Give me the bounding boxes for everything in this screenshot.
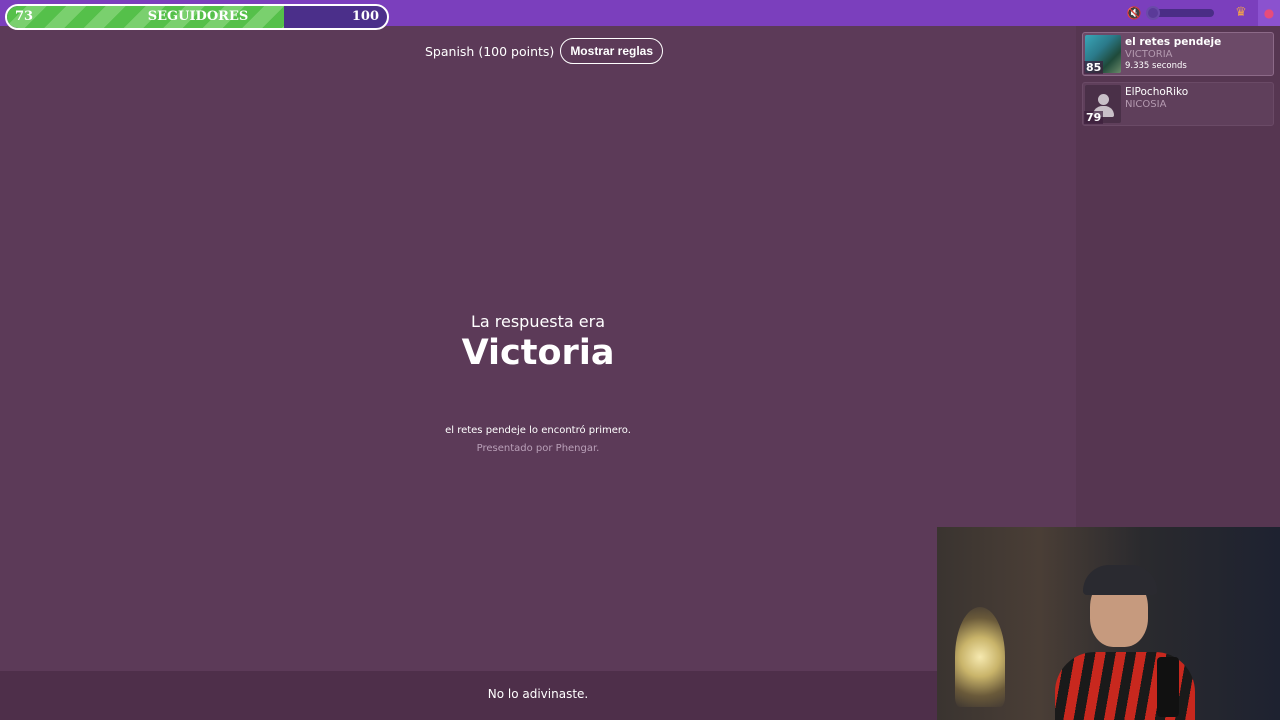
player-name: el retes pendeje (1125, 36, 1222, 48)
leaderboard-row[interactable]: 79 ElPochoRiko NICOSIA (1082, 82, 1274, 126)
show-rules-button[interactable]: Mostrar reglas (560, 38, 664, 64)
answer-text: Victoria (461, 333, 615, 373)
credit-text: Presentado por Phengar. (476, 443, 600, 454)
follower-goal-bar: 73 SEGUIDORES 100 (5, 4, 389, 30)
player-guess: NICOSIA (1125, 99, 1167, 110)
leaderboard-row[interactable]: 85 el retes pendeje VICTORIA 9.335 secon… (1082, 32, 1274, 76)
player-score: 85 (1084, 61, 1104, 74)
result-panel: La respuesta era Victoria (0, 312, 1076, 373)
christmas-tree (955, 607, 1005, 707)
player-name: ElPochoRiko (1125, 86, 1189, 98)
player-score: 79 (1084, 111, 1104, 124)
first-finder-text: el retes pendeje lo encontró primero. (445, 425, 631, 436)
volume-slider[interactable] (1146, 6, 1214, 20)
follower-goal-label: SEGUIDORES (147, 9, 249, 24)
answer-intro: La respuesta era (470, 312, 606, 331)
guess-status-message: No lo adivinaste. (487, 687, 589, 701)
top-controls: 🔇 ♛ ● (1124, 0, 1280, 26)
microphone-icon (1157, 657, 1179, 717)
follower-goal-target: 100 (351, 9, 379, 24)
crown-icon[interactable]: ♛ (1230, 3, 1252, 23)
player-time: 9.335 seconds (1125, 61, 1187, 71)
webcam-overlay (937, 527, 1280, 720)
language-label: Spanish (100 points) (425, 43, 555, 59)
player-guess: VICTORIA (1125, 49, 1173, 60)
streamer (1055, 557, 1195, 720)
volume-slider-handle[interactable] (1146, 6, 1160, 20)
speaker-muted-icon[interactable]: 🔇 (1124, 3, 1144, 23)
app-logo-icon[interactable]: ● (1258, 0, 1280, 26)
question-header: Spanish (100 points) Mostrar reglas (425, 38, 664, 64)
